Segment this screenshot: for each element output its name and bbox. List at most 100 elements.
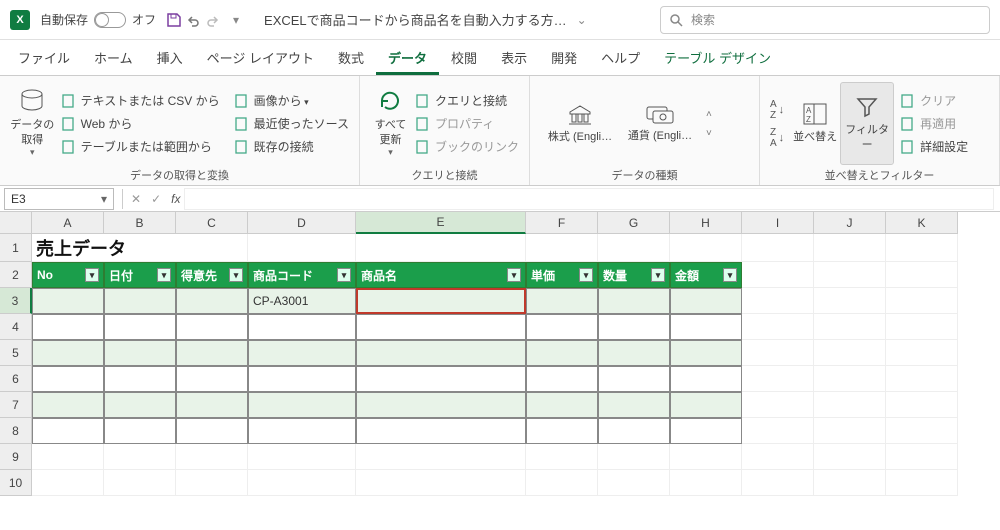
tab-ファイル[interactable]: ファイル — [6, 42, 82, 75]
search-box[interactable]: 検索 — [660, 6, 990, 34]
cell-H2[interactable]: 金額▾ — [670, 262, 742, 288]
cell-J10[interactable] — [814, 470, 886, 496]
cell-I6[interactable] — [742, 366, 814, 392]
cell-G3[interactable] — [598, 288, 670, 314]
cell-F5[interactable] — [526, 340, 598, 366]
cell-I3[interactable] — [742, 288, 814, 314]
cell-G7[interactable] — [598, 392, 670, 418]
col-header-C[interactable]: C — [176, 212, 248, 234]
cell-B7[interactable] — [104, 392, 176, 418]
ribbon-item[interactable]: テーブルまたは範囲から — [61, 138, 220, 155]
cell-J5[interactable] — [814, 340, 886, 366]
refresh-all-button[interactable]: すべて 更新 ▾ — [370, 82, 411, 165]
cell-D3[interactable]: CP-A3001 — [248, 288, 356, 314]
cell-F4[interactable] — [526, 314, 598, 340]
cell-C6[interactable] — [176, 366, 248, 392]
cell-E2[interactable]: 商品名▾ — [356, 262, 526, 288]
cell-I9[interactable] — [742, 444, 814, 470]
cell-A8[interactable] — [32, 418, 104, 444]
row-header-7[interactable]: 7 — [0, 392, 32, 418]
ribbon-item[interactable]: プロパティ — [415, 115, 519, 132]
filter-dropdown-icon[interactable]: ▾ — [157, 268, 171, 282]
cell-F2[interactable]: 単価▾ — [526, 262, 598, 288]
row-header-1[interactable]: 1 — [0, 234, 32, 262]
cell-E3[interactable] — [356, 288, 526, 314]
row-header-4[interactable]: 4 — [0, 314, 32, 340]
cell-B10[interactable] — [104, 470, 176, 496]
tab-ページ レイアウト[interactable]: ページ レイアウト — [195, 42, 326, 75]
cell-J9[interactable] — [814, 444, 886, 470]
row-header-6[interactable]: 6 — [0, 366, 32, 392]
name-box[interactable]: E3 ▾ — [4, 188, 114, 210]
cell-B3[interactable] — [104, 288, 176, 314]
cell-G9[interactable] — [598, 444, 670, 470]
col-header-I[interactable]: I — [742, 212, 814, 234]
cell-A7[interactable] — [32, 392, 104, 418]
ribbon-item[interactable]: 既存の接続 — [234, 138, 349, 155]
cell-C4[interactable] — [176, 314, 248, 340]
cell-C10[interactable] — [176, 470, 248, 496]
tab-データ[interactable]: データ — [376, 42, 439, 75]
cell-D6[interactable] — [248, 366, 356, 392]
cell-J6[interactable] — [814, 366, 886, 392]
cell-C5[interactable] — [176, 340, 248, 366]
filter-dropdown-icon[interactable]: ▾ — [651, 268, 665, 282]
ribbon-item[interactable]: 画像から ▾ — [234, 92, 349, 109]
cell-I4[interactable] — [742, 314, 814, 340]
row-header-9[interactable]: 9 — [0, 444, 32, 470]
cell-K6[interactable] — [886, 366, 958, 392]
cell-F6[interactable] — [526, 366, 598, 392]
cell-I5[interactable] — [742, 340, 814, 366]
ribbon-item[interactable]: 再適用 — [900, 115, 968, 132]
cell-E9[interactable] — [356, 444, 526, 470]
col-header-A[interactable]: A — [32, 212, 104, 234]
quickaccess-more-icon[interactable]: ▾ — [226, 13, 246, 27]
cell-B8[interactable] — [104, 418, 176, 444]
stocks-button[interactable]: 株式 (Engli… — [540, 102, 620, 144]
filter-dropdown-icon[interactable]: ▾ — [229, 268, 243, 282]
cell-H6[interactable] — [670, 366, 742, 392]
cell-B4[interactable] — [104, 314, 176, 340]
cell-K4[interactable] — [886, 314, 958, 340]
cell-A1[interactable]: 売上データ — [32, 234, 248, 262]
cell-K10[interactable] — [886, 470, 958, 496]
cell-G1[interactable] — [598, 234, 670, 262]
cell-H4[interactable] — [670, 314, 742, 340]
cell-A9[interactable] — [32, 444, 104, 470]
cell-K9[interactable] — [886, 444, 958, 470]
cell-D1[interactable] — [248, 234, 356, 262]
col-header-F[interactable]: F — [526, 212, 598, 234]
cell-B6[interactable] — [104, 366, 176, 392]
get-data-button[interactable]: データの 取得 ▾ — [10, 82, 55, 165]
col-header-J[interactable]: J — [814, 212, 886, 234]
row-header-2[interactable]: 2 — [0, 262, 32, 288]
cell-K8[interactable] — [886, 418, 958, 444]
autosave-toggle[interactable]: 自動保存 オフ — [40, 11, 156, 28]
cell-J1[interactable] — [814, 234, 886, 262]
cell-J2[interactable] — [814, 262, 886, 288]
cell-I2[interactable] — [742, 262, 814, 288]
datatypes-more[interactable]: ˄ ˅ — [706, 109, 712, 139]
cell-K7[interactable] — [886, 392, 958, 418]
cell-G6[interactable] — [598, 366, 670, 392]
row-header-3[interactable]: 3 — [0, 288, 32, 314]
sort-asc-button[interactable]: AZ↓ — [770, 99, 784, 121]
ribbon-item[interactable]: Web から — [61, 115, 220, 132]
filter-dropdown-icon[interactable]: ▾ — [337, 268, 351, 282]
cell-H5[interactable] — [670, 340, 742, 366]
cell-B2[interactable]: 日付▾ — [104, 262, 176, 288]
cell-F1[interactable] — [526, 234, 598, 262]
cell-B9[interactable] — [104, 444, 176, 470]
worksheet-grid[interactable]: ABCDEFGHIJK 1売上データ2No▾日付▾得意先▾商品コード▾商品名▾単… — [0, 212, 1000, 496]
cell-D2[interactable]: 商品コード▾ — [248, 262, 356, 288]
cell-A2[interactable]: No▾ — [32, 262, 104, 288]
tab-校閲[interactable]: 校閲 — [439, 42, 489, 75]
cell-B5[interactable] — [104, 340, 176, 366]
cell-G5[interactable] — [598, 340, 670, 366]
select-all-corner[interactable] — [0, 212, 32, 234]
cell-I7[interactable] — [742, 392, 814, 418]
ribbon-item[interactable]: 詳細設定 — [900, 138, 968, 155]
row-header-10[interactable]: 10 — [0, 470, 32, 496]
fx-icon[interactable]: fx — [171, 192, 180, 206]
cell-A10[interactable] — [32, 470, 104, 496]
